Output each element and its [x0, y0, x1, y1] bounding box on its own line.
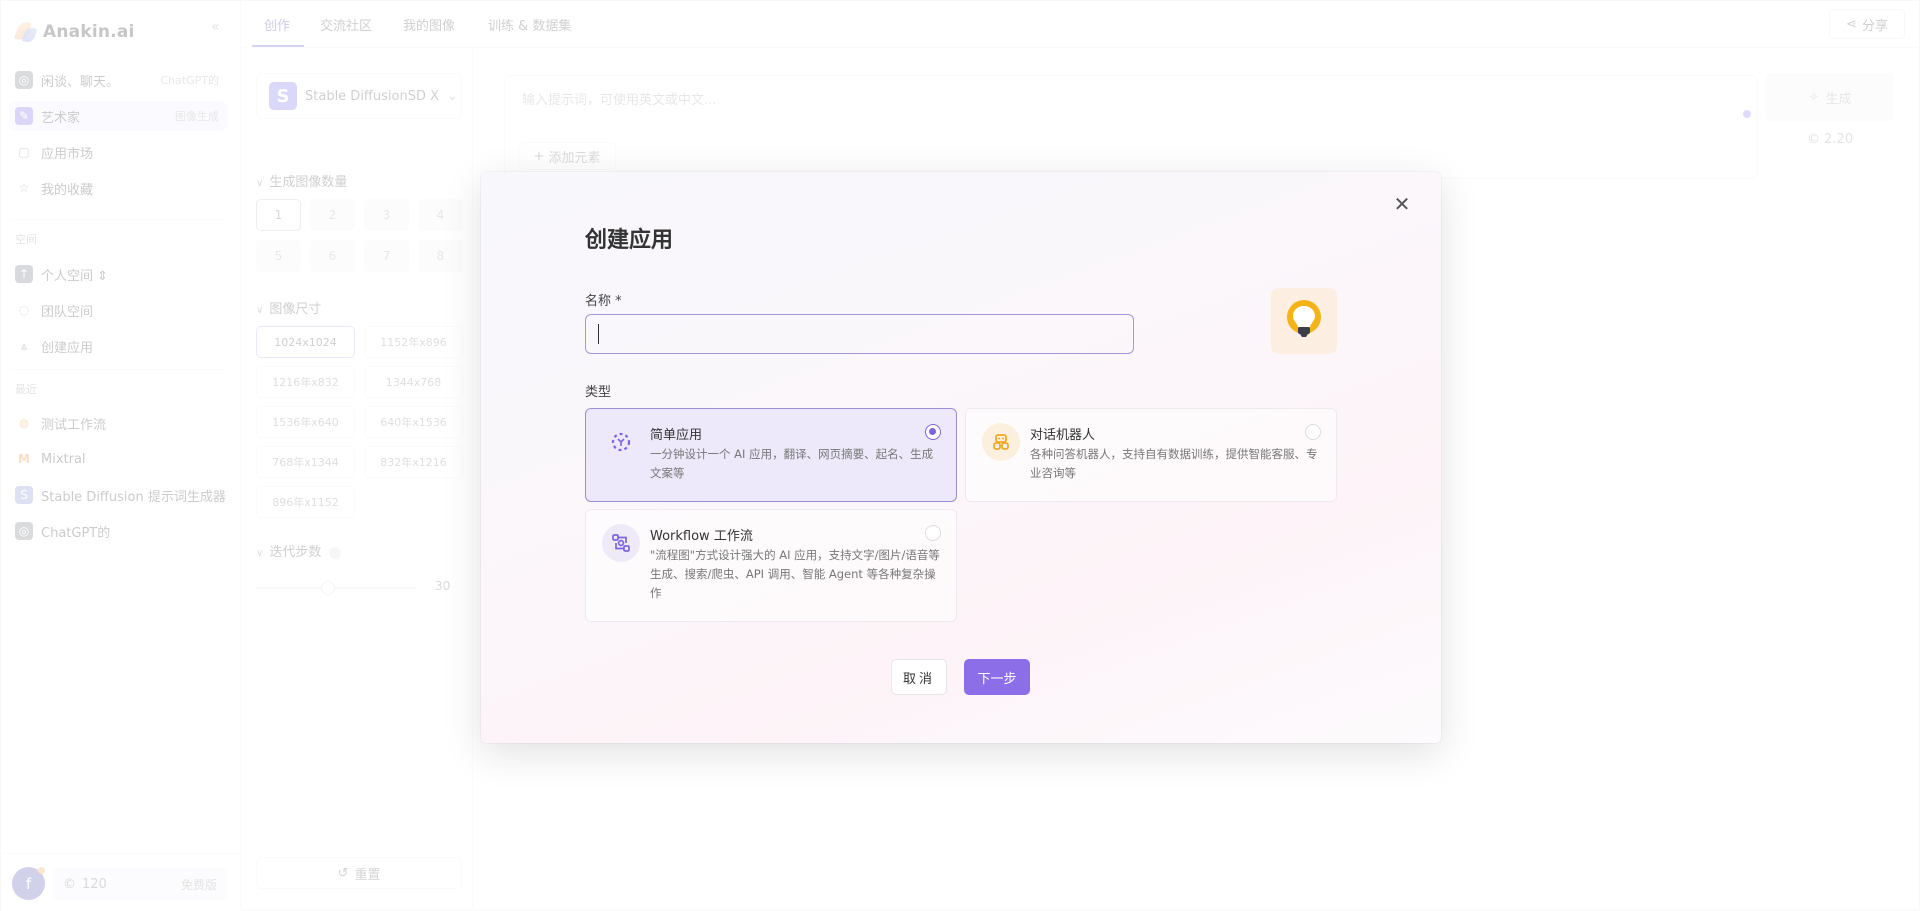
radio-unselected[interactable]: [925, 525, 941, 541]
radio-selected[interactable]: [925, 424, 941, 440]
type-option-workflow[interactable]: Workflow 工作流 "流程图"方式设计强大的 AI 应用，支持文字/图片/…: [585, 509, 957, 622]
type-title: 简单应用: [650, 428, 703, 443]
type-option-simple-app[interactable]: 简单应用 一分钟设计一个 AI 应用，翻译、网页摘要、起名、生成文案等: [585, 408, 957, 502]
radio-unselected[interactable]: [1305, 424, 1321, 440]
app-icon-picker[interactable]: [1271, 288, 1337, 354]
simple-app-icon: [602, 423, 640, 461]
lightbulb-icon: [1287, 300, 1321, 337]
workflow-icon: [602, 524, 640, 562]
create-app-dialog: ✕ 创建应用 名称 * 类型 简单应用 一分钟设计一个 AI 应用，翻译、网页摘…: [481, 172, 1441, 743]
name-input[interactable]: [585, 314, 1134, 354]
type-title: 对话机器人: [1030, 428, 1096, 443]
robot-icon: [982, 423, 1020, 461]
type-title: Workflow 工作流: [650, 529, 753, 544]
type-desc: 一分钟设计一个 AI 应用，翻译、网页摘要、起名、生成文案等: [650, 447, 934, 480]
type-label: 类型: [585, 385, 612, 400]
type-option-chatbot[interactable]: 对话机器人 各种问答机器人，支持自有数据训练，提供智能客服、专业咨询等: [965, 408, 1337, 502]
type-desc: 各种问答机器人，支持自有数据训练，提供智能客服、专业咨询等: [1030, 447, 1318, 480]
close-icon[interactable]: ✕: [1391, 194, 1413, 216]
cancel-button[interactable]: 取消: [891, 659, 947, 695]
next-button[interactable]: 下一步: [964, 659, 1030, 695]
text-caret: [598, 324, 599, 344]
type-desc: "流程图"方式设计强大的 AI 应用，支持文字/图片/语音等生成、搜索/爬虫、A…: [650, 548, 940, 600]
name-label: 名称 *: [585, 294, 622, 309]
dialog-title: 创建应用: [585, 228, 674, 253]
